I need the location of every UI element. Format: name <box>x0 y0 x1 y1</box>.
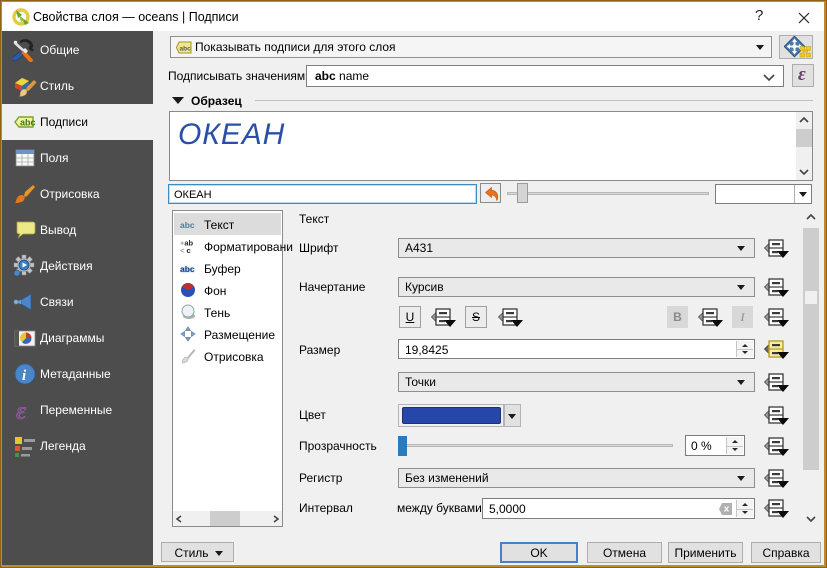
svg-text:ε: ε <box>16 398 27 422</box>
svg-text:abc: abc <box>180 264 195 274</box>
svg-text:abc: abc <box>180 46 192 53</box>
svg-text:abc: abc <box>20 118 36 128</box>
svg-text:abc: abc <box>180 220 195 230</box>
svg-text:< c: < c <box>180 246 191 254</box>
